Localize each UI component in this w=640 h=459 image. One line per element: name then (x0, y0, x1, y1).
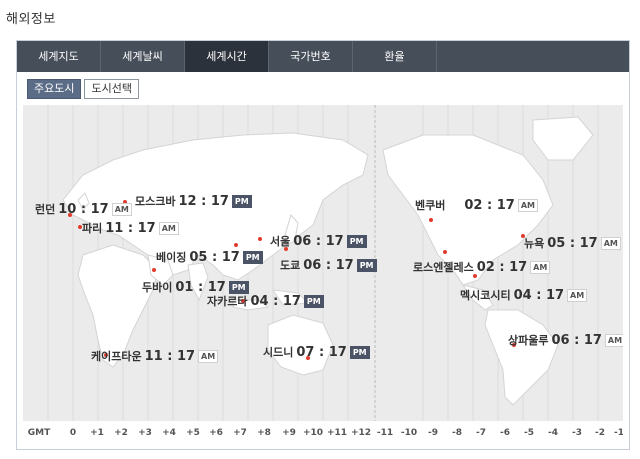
gmt-offset: +10 (302, 428, 324, 438)
gmt-offset: -10 (400, 428, 418, 438)
city-seoul: 서울 06 : 17 PM (270, 233, 367, 249)
city-tokyo: 도쿄 06 : 17 PM (280, 257, 377, 273)
gmt-offset: +4 (162, 428, 176, 438)
world-time-panel: 세계지도 세계날씨 세계시간 국가번호 환율 주요도시 도시선택 런던 10:… (16, 40, 630, 450)
city-name: 로스엔젤레스 (413, 261, 474, 274)
tab-world-time[interactable]: 세계시간 (185, 41, 269, 72)
city-name: 파리 (82, 222, 103, 235)
gmt-offset: -9 (428, 428, 438, 438)
page-title: 해외정보 (6, 12, 56, 27)
gmt-offset: +7 (233, 428, 247, 438)
gmt-offset: -1 (614, 428, 623, 438)
city-time: 05 : 17 (189, 249, 240, 265)
tab-world-weather[interactable]: 세계날씨 (101, 41, 185, 72)
city-name: 모스크바 (135, 195, 176, 208)
gmt-offset: +9 (282, 428, 296, 438)
tab-country-code[interactable]: 국가번호 (269, 41, 353, 72)
ampm-badge: AM (158, 221, 179, 235)
ampm-badge: PM (349, 345, 370, 359)
subtab-major-cities[interactable]: 주요도시 (27, 79, 82, 99)
city-time: 07 : 17 (296, 344, 347, 360)
gmt-offset: +6 (209, 428, 223, 438)
tab-world-map[interactable]: 세계지도 (17, 41, 101, 72)
city-london: 런던 10 : 17 AM (35, 201, 132, 217)
gmt-offset: +12 (350, 428, 372, 438)
gmt-offset: -6 (500, 428, 510, 438)
gmt-offset: -8 (452, 428, 462, 438)
ampm-badge: AM (530, 260, 551, 274)
city-time: 04 : 17 (513, 287, 565, 303)
city-mexico-city: 멕시코시티 04 : 17 AM (460, 287, 588, 303)
city-name: 서울 (270, 235, 291, 248)
ampm-badge: PM (231, 194, 252, 208)
city-time: 04 : 17 (250, 293, 301, 309)
city-sydney: 시드니 07 : 17 PM (263, 344, 370, 360)
gmt-offset: -5 (524, 428, 534, 438)
city-name: 케이프타운 (91, 350, 142, 363)
ampm-badge: AM (567, 288, 588, 302)
city-time: 05 : 17 (547, 235, 598, 251)
gmt-offset: -2 (595, 428, 605, 438)
city-name: 두바이 (142, 281, 173, 294)
gmt-offset: +1 (90, 428, 104, 438)
city-name: 베이징 (156, 251, 187, 264)
gmt-offset: -11 (376, 428, 394, 438)
city-sao-paulo: 상파울루 06 : 17 AM (508, 332, 623, 348)
ampm-badge: PM (346, 234, 367, 248)
city-name: 멕시코시티 (460, 289, 511, 302)
gmt-offset: -7 (476, 428, 486, 438)
city-name: 자카르타 (207, 295, 248, 308)
city-name: 벤쿠버 (415, 199, 446, 212)
city-name: 도쿄 (280, 259, 301, 272)
city-beijing: 베이징 05 : 17 PM (156, 249, 263, 265)
gmt-offset: -4 (548, 428, 558, 438)
city-time: 11 : 17 (105, 220, 156, 236)
gmt-offset: +8 (257, 428, 271, 438)
city-name: 상파울루 (508, 334, 549, 347)
city-jakarta: 자카르타 04 : 17 PM (207, 293, 324, 309)
city-cape-town: 케이프타운 11 : 17 AM (91, 348, 219, 364)
city-time: 02 : 17 (476, 259, 528, 275)
city-name: 뉴욕 (524, 237, 545, 250)
city-paris: 파리 11 : 17 AM (82, 220, 179, 236)
ampm-badge: PM (242, 250, 263, 264)
city-name: 시드니 (263, 346, 294, 359)
gmt-offset-bar: GMT 0 +1 +2 +3 +4 +5 +6 +7 +8 +9 +10 +11… (23, 421, 623, 445)
ampm-badge: AM (111, 202, 132, 216)
city-moscow: 모스크바 12 : 17 PM (135, 193, 252, 209)
ampm-badge: AM (600, 236, 621, 250)
city-time: 12 : 17 (178, 193, 229, 209)
ampm-badge: PM (303, 294, 324, 308)
city-vancouver: 벤쿠버 02 : 17 AM (415, 197, 538, 213)
city-los-angeles: 로스엔젤레스 02 : 17 AM (413, 259, 551, 275)
world-map: 런던 10 : 17 AM 모스크바 12 : 17 PM 파리 11 : 17… (23, 105, 623, 445)
gmt-label: GMT (27, 428, 51, 438)
ampm-badge: AM (604, 333, 623, 347)
ampm-badge: PM (356, 258, 377, 272)
city-time: 06 : 17 (293, 233, 344, 249)
city-new-york: 뉴욕 05 : 17 AM (524, 235, 621, 251)
main-tabs: 세계지도 세계날씨 세계시간 국가번호 환율 (17, 41, 629, 72)
subtabs: 주요도시 도시선택 (27, 79, 139, 99)
city-time: 02 : 17 (464, 197, 515, 213)
gmt-offset: -3 (572, 428, 582, 438)
gmt-offset: +11 (326, 428, 348, 438)
gmt-offset: +3 (138, 428, 152, 438)
gmt-offset: +2 (114, 428, 128, 438)
gmt-offset: 0 (69, 428, 77, 438)
ampm-badge: PM (228, 280, 249, 294)
city-time: 06 : 17 (551, 332, 602, 348)
city-name: 런던 (35, 203, 56, 216)
tab-exchange-rate[interactable]: 환율 (353, 41, 437, 72)
ampm-badge: AM (198, 349, 219, 363)
city-time: 10 : 17 (58, 201, 109, 217)
gmt-offset: +5 (186, 428, 200, 438)
city-time: 11 : 17 (144, 348, 196, 364)
world-map-graphic (47, 105, 599, 421)
subtab-city-select[interactable]: 도시선택 (84, 79, 139, 99)
city-time: 06 : 17 (303, 257, 354, 273)
ampm-badge: AM (517, 198, 538, 212)
